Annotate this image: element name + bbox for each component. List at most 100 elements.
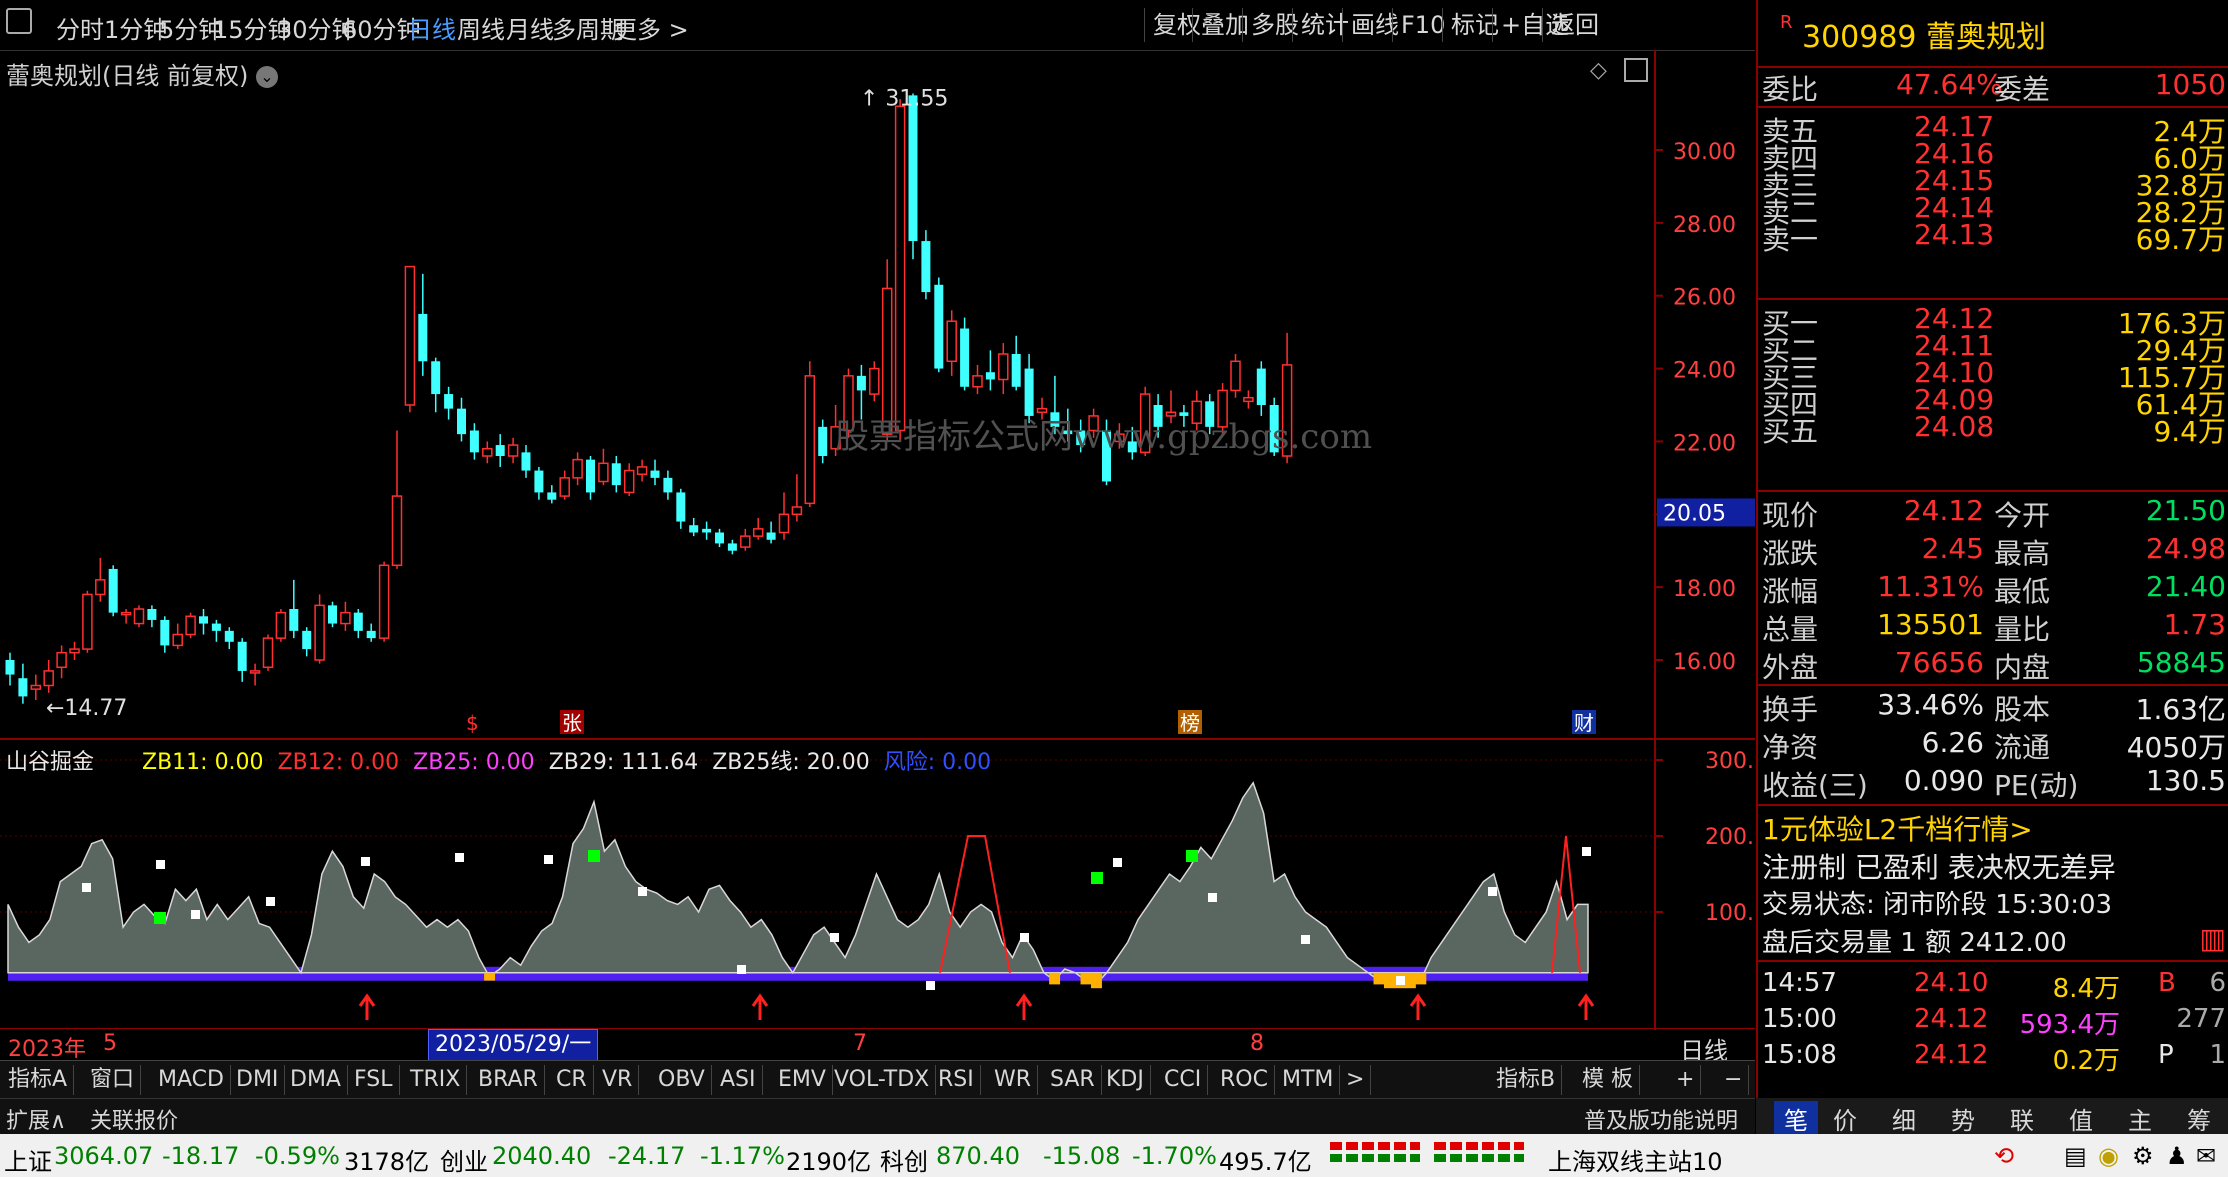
quote-tab[interactable]: 势 <box>1951 1101 1975 1136</box>
quote-panel: R 300989 蕾奥规划 委比 47.64% 委差 1050 卖五 24.17 2.4万 卖四 2… <box>1756 0 2228 1140</box>
price-tick-label: 30.00 <box>1673 140 1736 165</box>
index-sh-change: -18.17 <box>162 1142 240 1170</box>
mail-icon[interactable]: ✉ <box>2196 1142 2216 1170</box>
fund-label: 换手 <box>1762 693 1819 726</box>
quote-tab[interactable]: 细 <box>1892 1101 1916 1136</box>
candle-body <box>1256 368 1266 405</box>
candle <box>172 623 183 650</box>
index-sh-label[interactable]: 上证 <box>4 1142 52 1177</box>
period-tab[interactable]: 月线 <box>506 10 554 45</box>
quote-tab[interactable]: 筹 <box>2187 1101 2211 1136</box>
separator <box>1758 684 2228 686</box>
quote-tab[interactable]: 笔 <box>1774 1101 1818 1136</box>
candle-body <box>147 609 157 620</box>
indicator-tab[interactable]: > <box>1340 1065 1372 1095</box>
indicator-tab[interactable]: DMA <box>284 1065 348 1095</box>
quote-tab[interactable]: 值 <box>2069 1101 2093 1136</box>
buy-arrow <box>1577 993 1595 1020</box>
weicha-value: 1050 <box>2154 68 2226 101</box>
candle <box>586 456 595 500</box>
indicator-tab[interactable]: MACD <box>152 1065 231 1095</box>
signal-dot <box>737 965 746 974</box>
candle <box>1243 390 1254 409</box>
stat-label: 涨幅 <box>1762 575 1819 608</box>
price-tick-label: 26.00 <box>1673 286 1736 311</box>
period-tab[interactable]: 周线 <box>457 10 505 45</box>
candle <box>147 605 157 628</box>
fund-row: 换手 33.46% 股本 1.63亿 <box>1758 688 2228 726</box>
period-tab[interactable]: 分时 <box>56 10 104 45</box>
indicator-tab[interactable]: 窗口 <box>84 1065 142 1095</box>
user-icon[interactable]: ♟ <box>2166 1142 2188 1170</box>
candle-body <box>82 593 93 650</box>
toolbar-button[interactable]: 返回 <box>1542 8 1607 42</box>
event-marker: $ <box>466 711 479 735</box>
bid-price: 24.08 <box>1914 410 1995 443</box>
tick-count: 1 <box>2209 1040 2226 1070</box>
quote-tab[interactable]: 价 <box>1833 1101 1857 1136</box>
indicator-tab-right[interactable]: 指标B <box>1490 1065 1563 1095</box>
watermark: 股票指标公式网www.gpzbgs.com <box>835 417 1372 457</box>
indicator-tab-right[interactable]: 模 板 <box>1576 1065 1640 1095</box>
indicator-tab[interactable]: CR <box>550 1065 594 1095</box>
menu-icon[interactable] <box>6 8 32 34</box>
buy-arrow <box>1015 993 1033 1020</box>
indicator-tab-right[interactable]: + <box>1670 1065 1702 1095</box>
candle-body <box>534 470 544 493</box>
indicator-tab[interactable]: OBV <box>652 1065 712 1095</box>
tick-price: 24.10 <box>1914 968 1989 998</box>
index-cy-label[interactable]: 创业 <box>440 1142 488 1177</box>
candle-body <box>289 609 299 631</box>
period-tab[interactable]: 更多 > <box>613 10 689 45</box>
refresh-icon[interactable]: ⟲ <box>1994 1142 2014 1170</box>
coin-icon[interactable]: ◉ <box>2098 1142 2119 1170</box>
indicator-tab[interactable]: WR <box>988 1065 1039 1095</box>
candle-body <box>960 328 970 387</box>
indicator-tab[interactable]: VR <box>596 1065 640 1095</box>
help-button[interactable]: 普及版功能说明 <box>1584 1103 1738 1135</box>
candle <box>534 466 544 500</box>
period-tab[interactable]: 日线 <box>408 10 456 45</box>
document-icon[interactable]: ▤ <box>2064 1142 2087 1170</box>
indicator-tab[interactable]: KDJ <box>1100 1065 1151 1095</box>
indicator-tab[interactable]: SAR <box>1044 1065 1102 1095</box>
quote-tab[interactable]: 联 <box>2010 1101 2034 1136</box>
candle-body <box>507 444 519 457</box>
indicator-tab[interactable]: BRAR <box>472 1065 545 1095</box>
indicator-tab[interactable]: ROC <box>1214 1065 1275 1095</box>
promo-row[interactable]: 1元体验L2千档行情> <box>1758 808 2228 846</box>
indicator-tab[interactable]: DMI <box>230 1065 286 1095</box>
indicator-tab[interactable]: CCI <box>1158 1065 1209 1095</box>
candle-body <box>108 568 118 613</box>
indicator-tab[interactable]: EMV <box>772 1065 833 1095</box>
indicator-tab[interactable]: RSI <box>932 1065 981 1095</box>
candle-body <box>998 353 1009 381</box>
expand-button[interactable]: 扩展∧ <box>6 1103 66 1135</box>
signal-dot <box>455 853 464 862</box>
market-breadth-icon[interactable] <box>1330 1140 1530 1170</box>
indicator-legend-item: ZB29: 111.64 <box>548 750 699 775</box>
period-tab[interactable]: 1分钟 <box>104 10 167 45</box>
related-quote-button[interactable]: 关联报价 <box>90 1103 178 1135</box>
indicator-tab[interactable]: MTM <box>1276 1065 1341 1095</box>
price-chart[interactable]: 30.0028.0026.0024.0022.0020.0018.0016.00… <box>0 50 1755 740</box>
indicator-chart[interactable]: 300.0 200.0 100.0 <box>0 740 1755 1030</box>
indicator-tab[interactable]: 指标A <box>2 1065 75 1095</box>
stat-label: 今开 <box>1994 499 2051 532</box>
candle <box>30 674 42 701</box>
zb29-area <box>7 781 1589 986</box>
stat-label: 内盘 <box>1994 651 2051 684</box>
signal-dot <box>1396 976 1405 985</box>
indicator-tab[interactable]: ASI <box>714 1065 763 1095</box>
indicator-tab[interactable]: VOL-TDX <box>828 1065 937 1095</box>
server-name[interactable]: 上海双线主站10 <box>1548 1142 1723 1177</box>
stat-value: 1.73 <box>2163 608 2226 641</box>
indicator-tab-right[interactable]: − <box>1718 1065 1750 1095</box>
quote-tab[interactable]: 主 <box>2128 1101 2152 1136</box>
indicator-tab[interactable]: FSL <box>348 1065 400 1095</box>
settings-icon[interactable]: ⚙ <box>2132 1142 2154 1170</box>
candle <box>108 565 118 617</box>
tick-volume: 593.4万 <box>2019 1010 2120 1040</box>
indicator-tab[interactable]: TRIX <box>404 1065 468 1095</box>
index-kc-label[interactable]: 科创 <box>880 1142 928 1177</box>
